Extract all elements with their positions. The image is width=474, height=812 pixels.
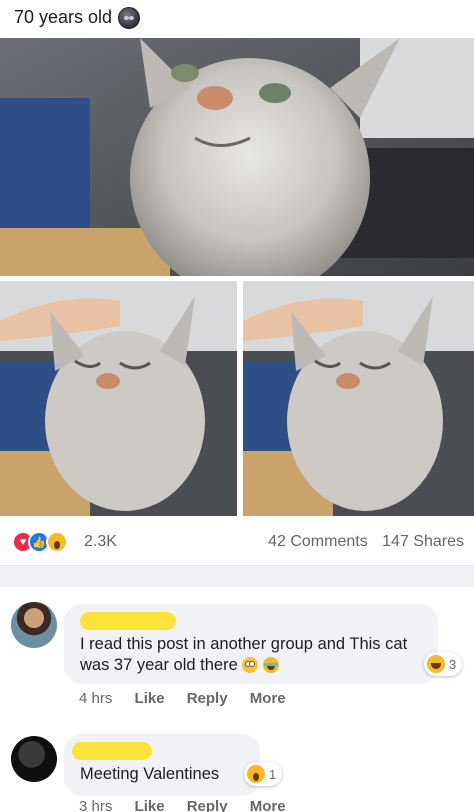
tears-of-joy-emoji-icon [262, 657, 279, 673]
comment-text-wrap: Meeting Valentines [80, 764, 219, 785]
avatar[interactable] [11, 736, 57, 782]
comment-reaction-count: 1 [269, 766, 277, 782]
like-button[interactable]: Like [135, 798, 165, 812]
reply-button[interactable]: Reply [187, 798, 228, 812]
shares-count[interactable]: 147 Shares [382, 533, 464, 550]
comment-reaction-badge[interactable]: 3 [424, 652, 463, 676]
avatar[interactable] [11, 602, 57, 648]
reply-button[interactable]: Reply [187, 690, 228, 707]
redacted-author-name [72, 742, 152, 760]
post-stats-bar: ♥ 👍 2.3K 42 Comments 147 Shares [0, 522, 474, 562]
comment-item: Meeting Valentines 1 3 hrs Like Reply Mo… [0, 732, 474, 812]
section-divider [0, 565, 474, 587]
eye-roll-emoji-icon [242, 657, 259, 673]
comment-reaction-badge[interactable]: 1 [244, 762, 283, 786]
comment-actions: 4 hrs Like Reply More [79, 690, 304, 707]
cat-photo-right[interactable] [243, 281, 474, 516]
like-button[interactable]: Like [135, 690, 165, 707]
post-header: 70 years old [0, 0, 474, 36]
reaction-count[interactable]: 2.3K [84, 533, 117, 551]
haha-reaction-icon [427, 655, 445, 673]
cat-photo-main[interactable] [0, 38, 474, 276]
comment-timestamp[interactable]: 3 hrs [79, 798, 112, 812]
comment-item: I read this post in another group and Th… [0, 598, 474, 716]
wow-reaction-icon [46, 531, 68, 553]
redacted-author-name [80, 612, 176, 630]
more-button[interactable]: More [250, 690, 286, 707]
comment-reaction-count: 3 [449, 656, 457, 672]
comments-count[interactable]: 42 Comments [268, 533, 368, 550]
more-button[interactable]: More [250, 798, 286, 812]
comment-bubble[interactable]: I read this post in another group and Th… [64, 604, 438, 684]
reactions-summary[interactable]: ♥ 👍 [12, 531, 78, 553]
dark-face-emoji-icon [118, 7, 140, 29]
post-title: 70 years old [14, 7, 113, 27]
comment-text: Meeting Valentines [80, 765, 220, 783]
comment-timestamp[interactable]: 4 hrs [79, 690, 112, 707]
comment-bubble[interactable]: Meeting Valentines [64, 734, 260, 796]
engagement-counts: 42 Comments 147 Shares [258, 533, 464, 551]
comment-actions: 3 hrs Like Reply More [79, 798, 304, 812]
cat-photo-left[interactable] [0, 281, 237, 516]
wow-reaction-icon [247, 765, 265, 783]
comment-text-wrap: I read this post in another group and Th… [80, 634, 430, 676]
